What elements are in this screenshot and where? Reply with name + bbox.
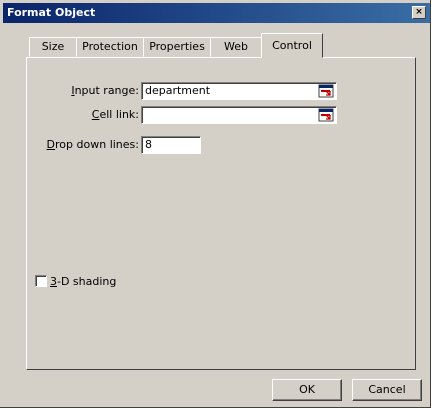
format-object-dialog: Format Object × Size Protection Properti…	[0, 0, 431, 408]
tab-properties[interactable]: Properties	[143, 37, 211, 57]
close-button[interactable]: ×	[412, 6, 426, 19]
input-range-field[interactable]: department	[141, 82, 337, 100]
input-range-label: Input range:	[71, 84, 139, 97]
title-bar[interactable]: Format Object ×	[3, 3, 430, 23]
ok-button[interactable]: OK	[272, 379, 342, 401]
collapse-dialog-icon	[318, 84, 334, 98]
input-range-collapse-button[interactable]	[318, 83, 334, 99]
control-tab-panel: Input range: department Cell link: Drop …	[26, 57, 416, 370]
tab-web[interactable]: Web	[210, 37, 262, 57]
collapse-dialog-icon	[318, 108, 334, 122]
cell-link-collapse-button[interactable]	[318, 107, 334, 123]
window-title: Format Object	[7, 6, 96, 19]
3d-shading-label[interactable]: 3-D shading	[50, 275, 116, 288]
drop-down-lines-field[interactable]: 8	[141, 136, 201, 154]
tab-control[interactable]: Control	[261, 33, 323, 58]
3d-shading-checkbox[interactable]	[35, 275, 47, 287]
close-icon: ×	[415, 7, 423, 17]
cell-link-label: Cell link:	[91, 108, 139, 121]
cell-link-field[interactable]	[141, 106, 337, 124]
tab-protection[interactable]: Protection	[76, 37, 144, 57]
drop-down-lines-label: Drop down lines:	[46, 138, 139, 151]
tab-size[interactable]: Size	[29, 37, 77, 57]
cancel-button[interactable]: Cancel	[352, 379, 422, 401]
